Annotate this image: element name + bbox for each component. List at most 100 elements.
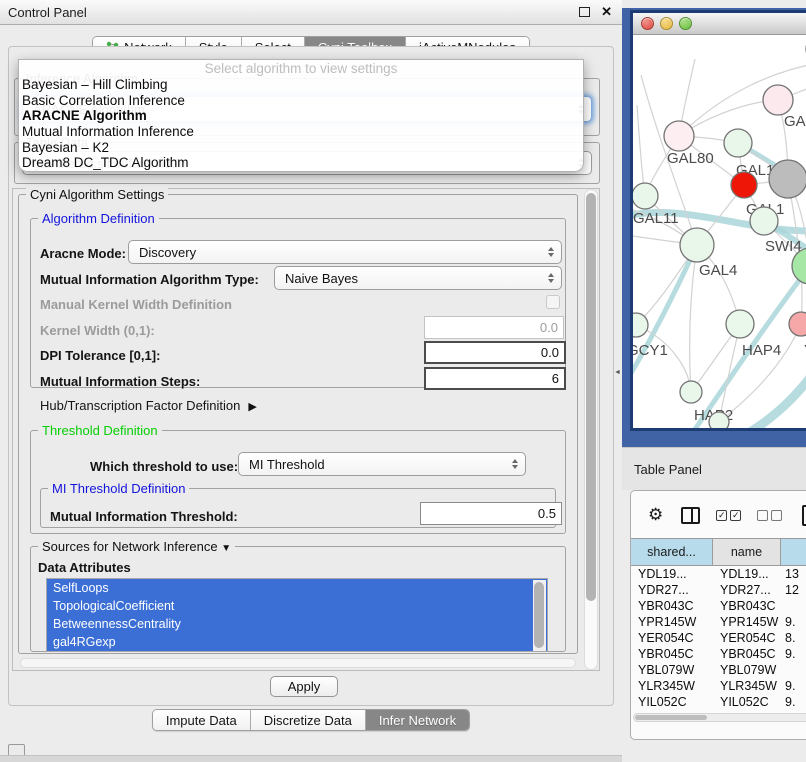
- network-node-swi4[interactable]: [750, 207, 778, 235]
- document-icon[interactable]: [802, 505, 806, 526]
- column-header-shared[interactable]: shared...: [631, 539, 713, 565]
- tab-label: Discretize Data: [264, 713, 352, 728]
- table-cell: [781, 662, 806, 678]
- tab-discretize-data[interactable]: Discretize Data: [251, 710, 366, 730]
- settings-scrollbar[interactable]: [584, 189, 598, 670]
- network-edge[interactable]: [637, 105, 645, 196]
- attributes-scrollbar-thumb[interactable]: [534, 582, 544, 648]
- sources-group-title[interactable]: Sources for Network Inference ▼: [38, 539, 235, 554]
- settings-scrollbar-thumb[interactable]: [586, 193, 596, 601]
- network-view-window[interactable]: GAL7GAL80GAL10GAL1GAL11SWI4GAL4GCY1HAP4Y…: [630, 10, 806, 431]
- network-node-gray-node[interactable]: [769, 160, 806, 198]
- dpi-tolerance-label: DPI Tolerance [0,1]:: [40, 348, 160, 363]
- network-node-gal10[interactable]: [724, 129, 752, 157]
- network-node-bottom-node[interactable]: [709, 412, 729, 428]
- table-cell: YLR345W: [631, 678, 713, 694]
- attribute-item-gal4rgexp[interactable]: gal4RGexp: [47, 633, 547, 651]
- data-attributes-list[interactable]: SelfLoopsTopologicalCoefficientBetweenne…: [46, 578, 548, 652]
- table-hscrollbar[interactable]: [633, 713, 806, 722]
- tab-label: Infer Network: [379, 713, 456, 728]
- network-edge[interactable]: [745, 361, 806, 428]
- table-row[interactable]: YLR345WYLR345W9.: [631, 678, 806, 694]
- table-cell: YBR045C: [713, 646, 781, 662]
- close-icon[interactable]: ✕: [601, 4, 612, 20]
- which-threshold-value: MI Threshold: [249, 457, 325, 472]
- hub-definition-label: Hub/Transcription Factor Definition: [40, 398, 240, 413]
- network-node-hap4[interactable]: [726, 310, 754, 338]
- which-threshold-combobox[interactable]: MI Threshold: [238, 452, 526, 476]
- mi-threshold-field[interactable]: 0.5: [420, 502, 562, 525]
- mi-threshold-group-title: MI Threshold Definition: [48, 481, 189, 496]
- network-node-gal7[interactable]: [763, 85, 793, 115]
- bottom-tabs: Impute Data Discretize Data Infer Network: [152, 709, 470, 731]
- network-edge[interactable]: [633, 245, 697, 380]
- mi-type-label: Mutual Information Algorithm Type:: [40, 272, 259, 287]
- cyni-algorithm-settings-title: Cyni Algorithm Settings: [26, 187, 168, 202]
- table-cell: YER054C: [713, 630, 781, 646]
- tab-impute-data[interactable]: Impute Data: [153, 710, 251, 730]
- mi-steps-field[interactable]: 6: [424, 367, 566, 390]
- network-node-gcy1[interactable]: [633, 313, 648, 337]
- table-hscrollbar-thumb[interactable]: [635, 715, 707, 720]
- zoom-traffic-light[interactable]: [679, 17, 692, 30]
- network-node-y-node[interactable]: [789, 312, 806, 336]
- aracne-mode-combobox[interactable]: Discovery: [128, 240, 562, 264]
- table-cell: YBL079W: [631, 662, 713, 678]
- table-row[interactable]: YER054CYER054C8.: [631, 630, 806, 646]
- attributes-scrollbar[interactable]: [533, 580, 546, 651]
- network-node-gal1[interactable]: [731, 172, 757, 198]
- dpi-tolerance-field[interactable]: 0.0: [424, 341, 566, 364]
- network-window-titlebar[interactable]: [633, 13, 806, 35]
- minimize-traffic-light[interactable]: [660, 17, 673, 30]
- hub-definition-expander[interactable]: Hub/Transcription Factor Definition▶: [40, 398, 257, 413]
- node-label-swi4: SWI4: [765, 238, 802, 255]
- manual-kernel-checkbox[interactable]: [546, 295, 560, 309]
- attribute-item-topologicalcoefficient[interactable]: TopologicalCoefficient: [47, 597, 547, 615]
- table-row[interactable]: YDR27...YDR27...12: [631, 582, 806, 598]
- columns-icon[interactable]: [681, 507, 700, 524]
- dropdown-item-dream8-dc-tdc-algorithm[interactable]: Dream8 DC_TDC Algorithm: [19, 155, 583, 171]
- dropdown-item-mutual-information-inference[interactable]: Mutual Information Inference: [19, 124, 583, 140]
- table-cell: 9.: [781, 694, 806, 710]
- table-row[interactable]: YIL052CYIL052C9.: [631, 694, 806, 710]
- float-window-icon[interactable]: [579, 7, 590, 17]
- node-label-gal4: GAL4: [699, 262, 737, 279]
- network-edge[interactable]: [679, 100, 778, 136]
- dropdown-item-bayesian-k2[interactable]: Bayesian – K2: [19, 140, 583, 156]
- table-row[interactable]: YBR045CYBR045C9.: [631, 646, 806, 662]
- deselect-all-checks-icon[interactable]: [757, 510, 782, 521]
- mi-type-combobox[interactable]: Naive Bayes: [274, 266, 562, 290]
- tab-label: Impute Data: [166, 713, 237, 728]
- table-cell: YDL19...: [713, 566, 781, 582]
- control-panel-title: Control Panel: [8, 5, 87, 20]
- apply-button[interactable]: Apply: [270, 676, 338, 697]
- network-node-hap2[interactable]: [680, 381, 702, 403]
- attribute-item-selfloops[interactable]: SelfLoops: [47, 579, 547, 597]
- network-node-gal4[interactable]: [680, 228, 714, 262]
- select-all-checks-icon[interactable]: ✓✓: [716, 510, 741, 521]
- tab-infer-network[interactable]: Infer Network: [366, 710, 469, 730]
- dropdown-item-basic-correlation-inference[interactable]: Basic Correlation Inference: [19, 93, 583, 109]
- table-row[interactable]: YBL079WYBL079W: [631, 662, 806, 678]
- node-label-gal7: GAL7: [784, 113, 806, 130]
- network-node-gal80[interactable]: [664, 121, 694, 151]
- network-edge[interactable]: [690, 245, 697, 392]
- table-row[interactable]: YDL19...YDL19...13: [631, 566, 806, 582]
- data-attributes-label: Data Attributes: [38, 560, 131, 575]
- network-node-gal11[interactable]: [633, 183, 658, 209]
- settings-hscroll-track[interactable]: [20, 658, 576, 668]
- panel-divider-handle[interactable]: ◄: [614, 369, 621, 376]
- dropdown-item-bayesian-hill-climbing[interactable]: Bayesian – Hill Climbing: [19, 77, 583, 93]
- column-header-cut[interactable]: [781, 539, 806, 565]
- column-header-name[interactable]: name: [713, 539, 781, 565]
- close-traffic-light[interactable]: [641, 17, 654, 30]
- aracne-mode-label: Aracne Mode:: [40, 246, 126, 261]
- table-row[interactable]: YPR145WYPR145W9.: [631, 614, 806, 630]
- network-canvas[interactable]: GAL7GAL80GAL10GAL1GAL11SWI4GAL4GCY1HAP4Y…: [633, 35, 806, 428]
- attribute-item-betweennesscentrality[interactable]: BetweennessCentrality: [47, 615, 547, 633]
- table-row[interactable]: YBR043CYBR043C: [631, 598, 806, 614]
- gear-icon[interactable]: ⚙: [648, 505, 663, 525]
- kernel-width-field[interactable]: 0.0: [424, 316, 564, 339]
- table-cell: 9.: [781, 678, 806, 694]
- dropdown-item-aracne-algorithm[interactable]: ARACNE Algorithm: [19, 108, 583, 124]
